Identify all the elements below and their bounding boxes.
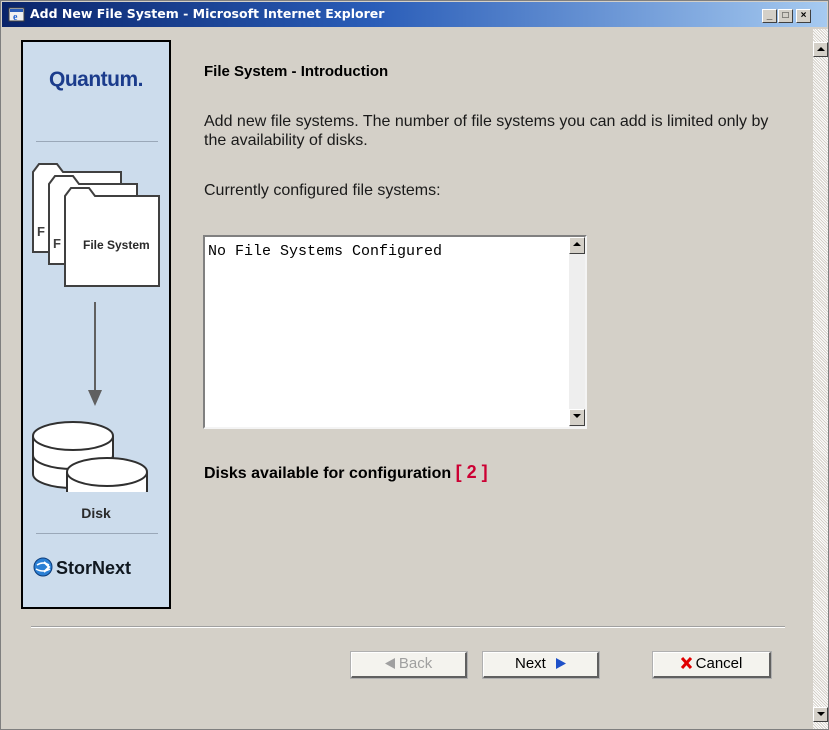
file-system-to-disk-illustration: F F xyxy=(32,163,160,492)
cancel-button-label: Cancel xyxy=(695,655,743,672)
disks-available-text: Disks available for configuration [ 2 ] xyxy=(204,462,488,483)
cancel-button[interactable]: Cancel xyxy=(652,651,772,679)
stornext-logo: StorNext xyxy=(33,557,163,579)
title-bar[interactable]: e Add New File System - Microsoft Intern… xyxy=(2,2,827,27)
arrow-up-icon xyxy=(573,242,581,246)
disk-stack-icon xyxy=(32,421,148,492)
intro-description: Add new file systems. The number of file… xyxy=(204,113,769,149)
arrow-down-icon xyxy=(88,302,102,406)
quantum-logo: Quantum. xyxy=(49,68,144,91)
arrow-up-icon xyxy=(817,47,825,51)
configured-file-systems-list[interactable]: No File Systems Configured xyxy=(203,235,587,429)
svg-text:e: e xyxy=(13,12,18,23)
arrow-down-icon xyxy=(573,414,581,418)
svg-text:F: F xyxy=(53,236,61,251)
close-button[interactable]: × xyxy=(796,9,811,23)
disks-available-label: Disks available for configuration xyxy=(204,465,452,482)
list-scroll-down-arrow[interactable] xyxy=(569,409,585,426)
scroll-up-arrow[interactable] xyxy=(813,42,828,57)
next-button-label: Next xyxy=(514,655,546,672)
cancel-x-icon xyxy=(680,656,692,670)
next-button[interactable]: Next xyxy=(482,651,600,679)
list-item: No File Systems Configured xyxy=(208,243,443,260)
back-button-label: Back xyxy=(398,655,433,672)
arrow-left-icon xyxy=(384,658,395,669)
page-title: File System - Introduction xyxy=(204,63,389,80)
button-divider xyxy=(31,626,785,628)
list-scroll-up-arrow[interactable] xyxy=(569,237,585,254)
stornext-label: StorNext xyxy=(56,558,132,578)
minimize-button[interactable]: _ xyxy=(762,9,777,23)
page-vertical-scrollbar[interactable] xyxy=(813,29,828,729)
configured-file-systems-label: Currently configured file systems: xyxy=(204,182,441,199)
internet-explorer-icon: e xyxy=(8,7,25,23)
scroll-down-arrow[interactable] xyxy=(813,707,828,722)
list-scrollbar[interactable] xyxy=(569,237,585,427)
wizard-sidebar: Quantum. F F File System Disk StorNext xyxy=(21,40,171,609)
folder-stack-icon: F F xyxy=(32,163,160,287)
browser-window: e Add New File System - Microsoft Intern… xyxy=(0,0,829,730)
sidebar-divider xyxy=(36,141,158,142)
arrow-down-icon xyxy=(817,712,825,716)
maximize-button[interactable]: □ xyxy=(778,9,793,23)
disk-label: Disk xyxy=(81,505,111,521)
disks-available-count: [ 2 ] xyxy=(455,462,488,482)
stornext-globe-icon xyxy=(33,557,53,577)
folder-label: File System xyxy=(83,238,150,252)
sidebar-divider xyxy=(36,533,158,534)
back-button[interactable]: Back xyxy=(350,651,468,679)
window-title: Add New File System - Microsoft Internet… xyxy=(30,6,385,21)
svg-text:F: F xyxy=(37,224,45,239)
arrow-right-icon xyxy=(556,658,566,669)
